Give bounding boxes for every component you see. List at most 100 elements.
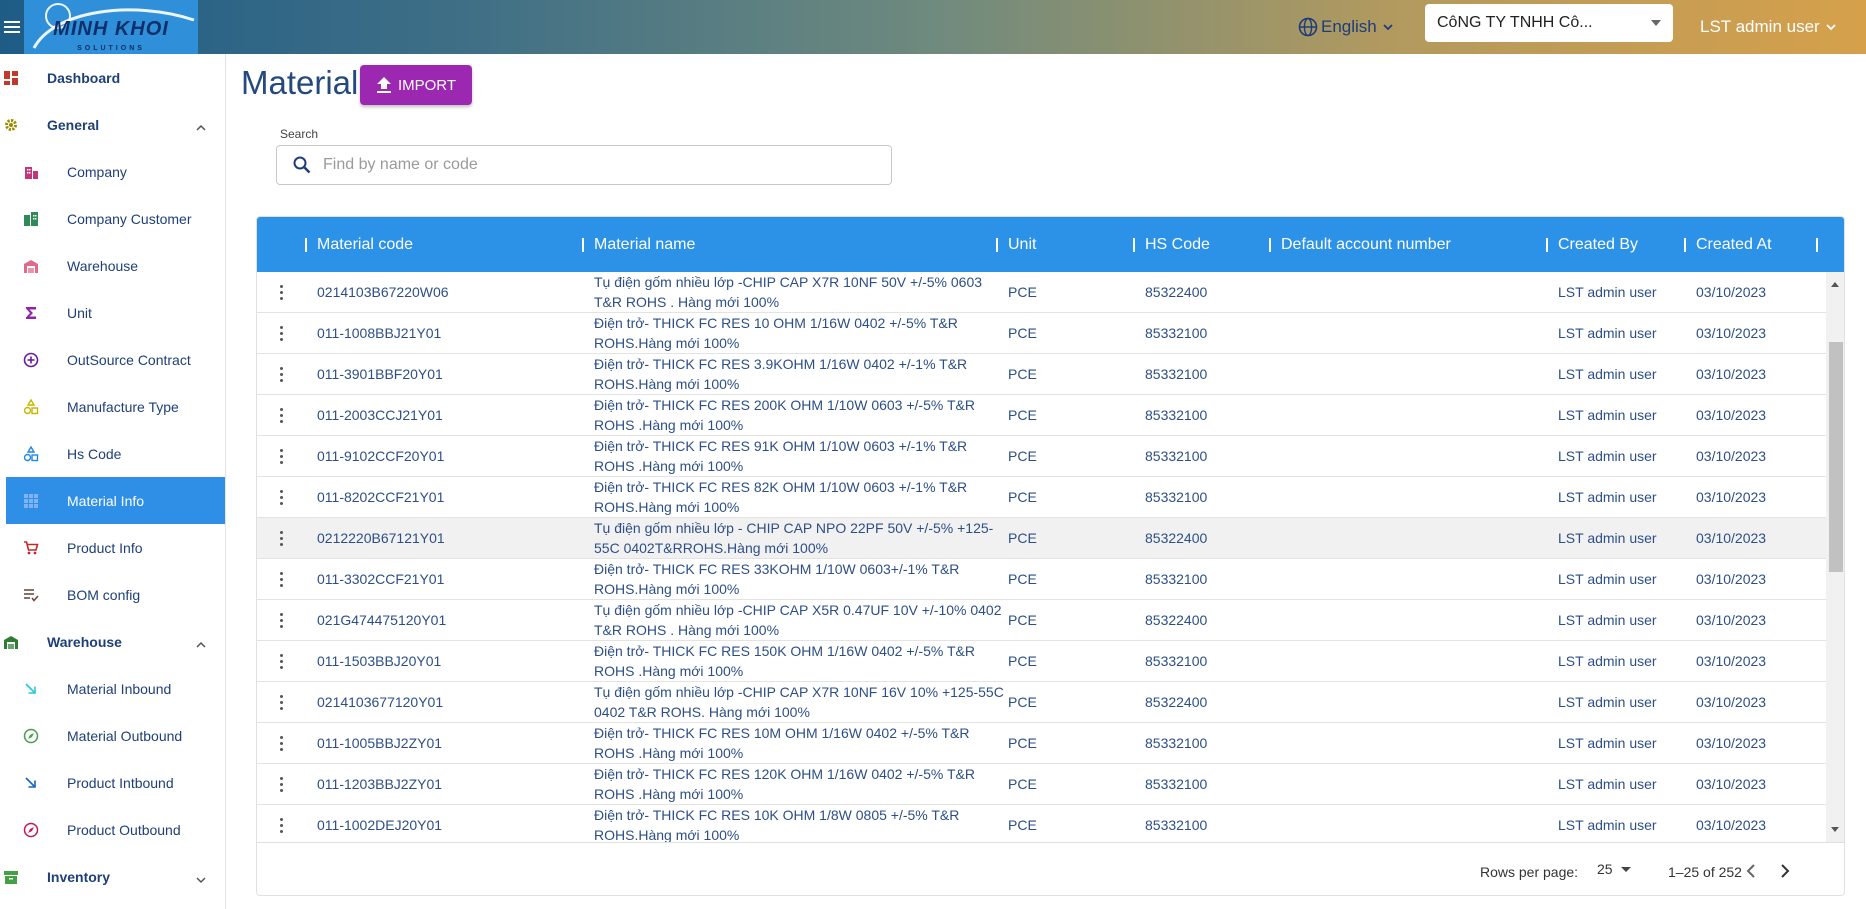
sidebar-item-label: Inventory — [47, 868, 111, 885]
sidebar-item-company-customer[interactable]: Company Customer — [0, 195, 225, 242]
column-separator — [305, 237, 307, 252]
column-header-hs-code[interactable]: HS Code — [1133, 217, 1210, 272]
cell-material-name: Điện trở- THICK FC RES 33KOHM 1/10W 0603… — [594, 561, 960, 597]
table-row[interactable]: 011-3901BBF20Y01 Điện trở- THICK FC RES 3… — [257, 354, 1827, 395]
sidebar-item-product-info[interactable]: Product Info — [0, 524, 225, 571]
chevron-up-icon[interactable] — [196, 120, 206, 131]
column-separator — [1269, 237, 1271, 252]
sidebar-item-label: Product Info — [67, 539, 143, 556]
row-actions-icon[interactable] — [277, 354, 285, 394]
cell-hs-code: 85322400 — [1145, 694, 1208, 710]
table-row[interactable]: 011-8202CCF21Y01 Điện trở- THICK FC RES 8… — [257, 477, 1827, 518]
table-row[interactable]: 011-1503BBJ20Y01 Điện trở- THICK FC RES 1… — [257, 641, 1827, 682]
table-row[interactable]: 011-9102CCF20Y01 Điện trở- THICK FC RES 9… — [257, 436, 1827, 477]
sidebar-section-dashboard[interactable]: Dashboard — [0, 54, 225, 101]
table-pagination: Rows per page: 25 1–25 of 252 — [257, 842, 1844, 895]
sidebar-item-label: BOM config — [67, 586, 141, 603]
chevron-down-icon — [1383, 24, 1393, 31]
chevron-up-icon[interactable] — [196, 637, 206, 648]
menu-button[interactable] — [0, 0, 24, 54]
search-input[interactable] — [323, 156, 863, 174]
search-field[interactable] — [276, 145, 892, 185]
import-button-label: IMPORT — [397, 76, 457, 94]
row-actions-icon[interactable] — [277, 723, 285, 763]
cell-created-by: LST admin user — [1558, 448, 1657, 464]
table-row[interactable]: 011-1008BBJ21Y01 Điện trở- THICK FC RES 1… — [257, 313, 1827, 354]
compass-icon — [23, 728, 39, 744]
company-select[interactable]: CôNG TY TNHH Cô... — [1425, 4, 1673, 42]
row-actions-icon[interactable] — [277, 805, 285, 842]
table-row[interactable]: 0214103677120Y01 Tụ điện gốm nhiều lớp -C… — [257, 682, 1827, 723]
cell-created-at: 03/10/2023 — [1696, 694, 1767, 710]
scrollbar-thumb[interactable] — [1829, 342, 1843, 572]
sidebar-item-product-outbound[interactable]: Product Outbound — [0, 806, 225, 853]
row-actions-icon[interactable] — [277, 395, 285, 435]
sidebar-item-bom-config[interactable]: BOM config — [0, 571, 225, 618]
column-separator — [1546, 237, 1548, 252]
cell-created-by: LST admin user — [1558, 407, 1657, 423]
sidebar-item-material-outbound[interactable]: Material Outbound — [0, 712, 225, 759]
sidebar-item-material-info[interactable]: Material Info — [6, 477, 225, 524]
row-actions-icon[interactable] — [277, 682, 285, 722]
sidebar-item-outsource-contract[interactable]: OutSource Contract — [0, 336, 225, 383]
sidebar-item-warehouse[interactable]: Warehouse — [0, 242, 225, 289]
cell-unit: PCE — [1008, 694, 1037, 710]
row-actions-icon[interactable] — [277, 559, 285, 599]
row-actions-icon[interactable] — [277, 600, 285, 640]
column-header-material-code[interactable]: Material code — [305, 217, 413, 272]
cell-created-at: 03/10/2023 — [1696, 653, 1767, 669]
previous-page-button[interactable] — [1737, 857, 1765, 885]
table-row[interactable]: 011-1005BBJ2ZY01 Điện trở- THICK FC RES 1… — [257, 723, 1827, 764]
cell-hs-code: 85332100 — [1145, 735, 1208, 751]
sidebar-item-hs-code[interactable]: Hs Code — [0, 430, 225, 477]
table-row[interactable]: 021G474475120Y01 Tụ điện gốm nhiều lớp -C… — [257, 600, 1827, 641]
row-actions-icon[interactable] — [277, 641, 285, 681]
next-page-button[interactable] — [1771, 857, 1799, 885]
sidebar-item-unit[interactable]: Unit — [0, 289, 225, 336]
warehouse-icon — [3, 634, 19, 650]
logo[interactable]: MINH KHOI SOLUTIONS — [24, 0, 198, 54]
user-menu[interactable]: LST admin user — [1700, 10, 1836, 44]
row-actions-icon[interactable] — [277, 313, 285, 353]
sidebar-section-warehouse[interactable]: Warehouse — [0, 618, 225, 665]
cart-icon — [23, 540, 39, 556]
cell-material-code: 011-1503BBJ20Y01 — [317, 653, 442, 669]
table-scrollbar[interactable] — [1826, 272, 1844, 842]
column-header-default-account-number[interactable]: Default account number — [1269, 217, 1451, 272]
sidebar-item-product-intbound[interactable]: Product Intbound — [0, 759, 225, 806]
sidebar-section-inventory[interactable]: Inventory — [0, 853, 225, 900]
table-row[interactable]: 011-3302CCF21Y01 Điện trở- THICK FC RES 3… — [257, 559, 1827, 600]
language-selector[interactable]: English — [1298, 10, 1393, 44]
row-actions-icon[interactable] — [277, 764, 285, 804]
import-button[interactable]: IMPORT — [360, 65, 472, 105]
inventory-icon — [3, 869, 19, 885]
sidebar-item-material-inbound[interactable]: Material Inbound — [0, 665, 225, 712]
row-actions-icon[interactable] — [277, 436, 285, 476]
scroll-up-icon[interactable] — [1831, 282, 1839, 287]
column-header-label: Created At — [1696, 235, 1772, 253]
row-actions-icon[interactable] — [277, 518, 285, 558]
row-actions-icon[interactable] — [277, 272, 285, 312]
hamburger-icon — [4, 21, 20, 33]
row-actions-icon[interactable] — [277, 477, 285, 517]
rows-per-page-select[interactable]: 25 — [1597, 861, 1631, 877]
sidebar-item-manufacture-type[interactable]: Manufacture Type — [0, 383, 225, 430]
scroll-down-icon[interactable] — [1831, 827, 1839, 832]
table-row[interactable]: 011-1203BBJ2ZY01 Điện trở- THICK FC RES 1… — [257, 764, 1827, 805]
chevron-down-icon[interactable] — [196, 872, 206, 883]
cell-unit: PCE — [1008, 448, 1037, 464]
table-row[interactable]: 0212220B67121Y01 Tụ điện gốm nhiều lớp - … — [257, 518, 1827, 559]
cell-created-at: 03/10/2023 — [1696, 489, 1767, 505]
column-header-material-name[interactable]: Material name — [582, 217, 695, 272]
table-row[interactable]: 011-1002DEJ20Y01 Điện trở- THICK FC RES 1… — [257, 805, 1827, 842]
sidebar-section-general[interactable]: General — [0, 101, 225, 148]
cell-material-code: 011-1203BBJ2ZY01 — [317, 776, 443, 792]
column-header-created-by[interactable]: Created By — [1546, 217, 1638, 272]
cell-material-name: Tụ điện gốm nhiều lớp -CHIP CAP X5R 0.47… — [594, 602, 1002, 638]
table-row[interactable]: 0214103B67220W06 Tụ điện gốm nhiều lớp -C… — [257, 272, 1827, 313]
cell-created-by: LST admin user — [1558, 776, 1657, 792]
column-header-created-at[interactable]: Created At — [1684, 217, 1772, 272]
sidebar-item-company[interactable]: Company — [0, 148, 225, 195]
column-header-unit[interactable]: Unit — [996, 217, 1036, 272]
table-row[interactable]: 011-2003CCJ21Y01 Điện trở- THICK FC RES 2… — [257, 395, 1827, 436]
